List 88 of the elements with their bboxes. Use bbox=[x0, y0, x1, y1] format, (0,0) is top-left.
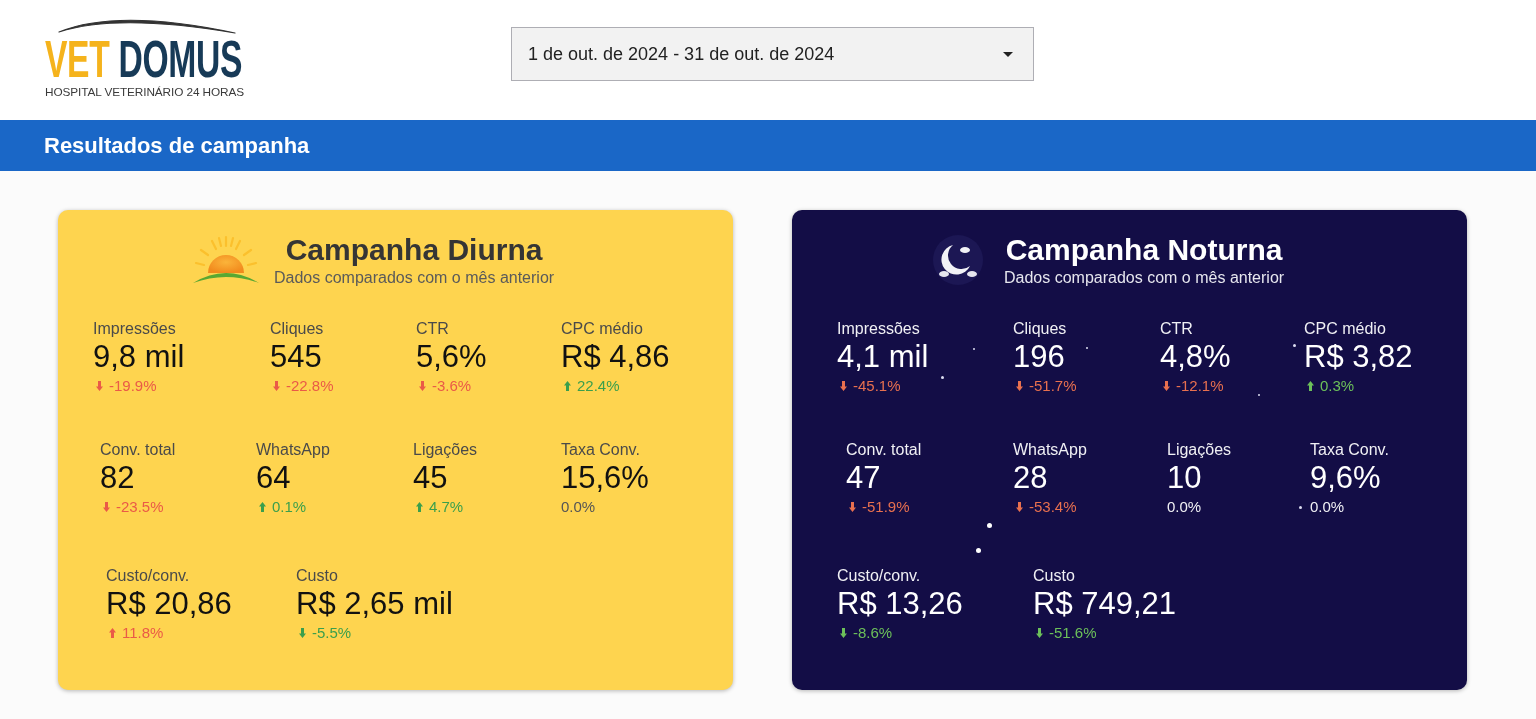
section-title: Resultados de campanha bbox=[44, 132, 310, 159]
metric-label: Custo/conv. bbox=[837, 566, 921, 585]
change-percent: -8.6% bbox=[853, 623, 893, 643]
change-percent: -45.1% bbox=[853, 376, 901, 396]
arrow-down-icon bbox=[1036, 628, 1043, 638]
card-title: Campanha Diurna bbox=[285, 232, 543, 268]
metric-value: 9,6% bbox=[1310, 459, 1381, 497]
metric-value: R$ 3,82 bbox=[1304, 338, 1413, 376]
metric-value: 10 bbox=[1167, 459, 1202, 497]
change-percent: -5.5% bbox=[312, 623, 352, 643]
metric-label: Cliques bbox=[1013, 319, 1067, 338]
change-percent: -3.6% bbox=[432, 376, 472, 396]
metric-value: 47 bbox=[846, 459, 881, 497]
arrow-down-icon bbox=[849, 502, 856, 512]
metric-value: 82 bbox=[100, 459, 135, 497]
metric-label: CTR bbox=[1160, 319, 1193, 338]
metric-label: CPC médio bbox=[1304, 319, 1386, 338]
arrow-down-icon bbox=[419, 381, 426, 391]
moon-icon bbox=[933, 235, 983, 285]
arrow-down-icon bbox=[96, 381, 103, 391]
change-percent: 4.7% bbox=[429, 497, 464, 517]
change-percent: 11.8% bbox=[122, 623, 164, 643]
change-percent: -51.9% bbox=[862, 497, 910, 517]
metric-value: 64 bbox=[256, 459, 291, 497]
metric-value: 4,1 mil bbox=[837, 338, 929, 376]
change-percent: -51.6% bbox=[1049, 623, 1097, 643]
change-percent: 0.1% bbox=[272, 497, 307, 517]
metric-value: R$ 4,86 bbox=[561, 338, 670, 376]
metric-label: Taxa Conv. bbox=[1310, 440, 1389, 459]
metric-label: WhatsApp bbox=[1013, 440, 1087, 459]
metric-label: CTR bbox=[416, 319, 449, 338]
date-range-dropdown[interactable]: 1 de out. de 2024 - 31 de out. de 2024 bbox=[511, 27, 1034, 81]
change-percent: 0.0% bbox=[1310, 497, 1345, 517]
arrow-up-icon bbox=[564, 381, 571, 391]
arrow-up-icon bbox=[1307, 381, 1314, 391]
change-percent: -12.1% bbox=[1176, 376, 1224, 396]
change-percent: -51.7% bbox=[1029, 376, 1077, 396]
change-percent: 0.0% bbox=[1167, 497, 1202, 517]
metric-value: 15,6% bbox=[561, 459, 649, 497]
metric-value: 4,8% bbox=[1160, 338, 1231, 376]
metric-label: Taxa Conv. bbox=[561, 440, 640, 459]
change-percent: -53.4% bbox=[1029, 497, 1077, 517]
metric-label: Ligações bbox=[413, 440, 478, 459]
metric-label: Impressões bbox=[93, 319, 176, 338]
metric-value: 9,8 mil bbox=[93, 338, 185, 376]
metric-label: Cliques bbox=[270, 319, 324, 338]
sun-icon bbox=[192, 235, 260, 285]
metric-value: 545 bbox=[270, 338, 322, 376]
arrow-down-icon bbox=[840, 381, 847, 391]
arrow-down-icon bbox=[1016, 502, 1023, 512]
metric-label: Impressões bbox=[837, 319, 920, 338]
change-percent: 22.4% bbox=[577, 376, 620, 396]
metric-value: 196 bbox=[1013, 338, 1065, 376]
metric-label: Custo/conv. bbox=[106, 566, 190, 585]
arrow-down-icon bbox=[1016, 381, 1023, 391]
metric-value: R$ 20,86 bbox=[106, 585, 232, 623]
arrow-down-icon bbox=[840, 628, 847, 638]
card-subtitle: Dados comparados com o mês anterior bbox=[1004, 268, 1285, 288]
caret-down-icon bbox=[1003, 51, 1013, 57]
metric-label: Ligações bbox=[1167, 440, 1232, 459]
metric-label: Custo bbox=[296, 566, 338, 585]
change-percent: -19.9% bbox=[109, 376, 157, 396]
arrow-up-icon bbox=[416, 502, 423, 512]
metric-label: Custo bbox=[1033, 566, 1075, 585]
change-percent: 0.3% bbox=[1320, 376, 1355, 396]
arrow-down-icon bbox=[103, 502, 110, 512]
metric-value: 28 bbox=[1013, 459, 1048, 497]
arrow-up-icon bbox=[109, 628, 116, 638]
change-percent: -23.5% bbox=[116, 497, 164, 517]
metric-value: R$ 749,21 bbox=[1033, 585, 1177, 623]
card-title: Campanha Noturna bbox=[1005, 232, 1283, 268]
logo-wordmark: VET DOMUS bbox=[45, 34, 243, 85]
metric-value: R$ 2,65 mil bbox=[296, 585, 453, 623]
change-percent: 0.0% bbox=[561, 497, 596, 517]
card-subtitle: Dados comparados com o mês anterior bbox=[274, 268, 555, 288]
metric-label: CPC médio bbox=[561, 319, 643, 338]
metric-value: 45 bbox=[413, 459, 448, 497]
change-percent: -22.8% bbox=[286, 376, 334, 396]
arrow-down-icon bbox=[273, 381, 280, 391]
metric-value: 5,6% bbox=[416, 338, 487, 376]
logo-tagline: HOSPITAL VETERINÁRIO 24 HORAS bbox=[45, 85, 244, 99]
arrow-down-icon bbox=[299, 628, 306, 638]
arrow-up-icon bbox=[259, 502, 266, 512]
arrow-down-icon bbox=[1163, 381, 1170, 391]
metric-label: Conv. total bbox=[100, 440, 176, 459]
metric-value: R$ 13,26 bbox=[837, 585, 963, 623]
metric-label: Conv. total bbox=[846, 440, 922, 459]
metric-label: WhatsApp bbox=[256, 440, 330, 459]
